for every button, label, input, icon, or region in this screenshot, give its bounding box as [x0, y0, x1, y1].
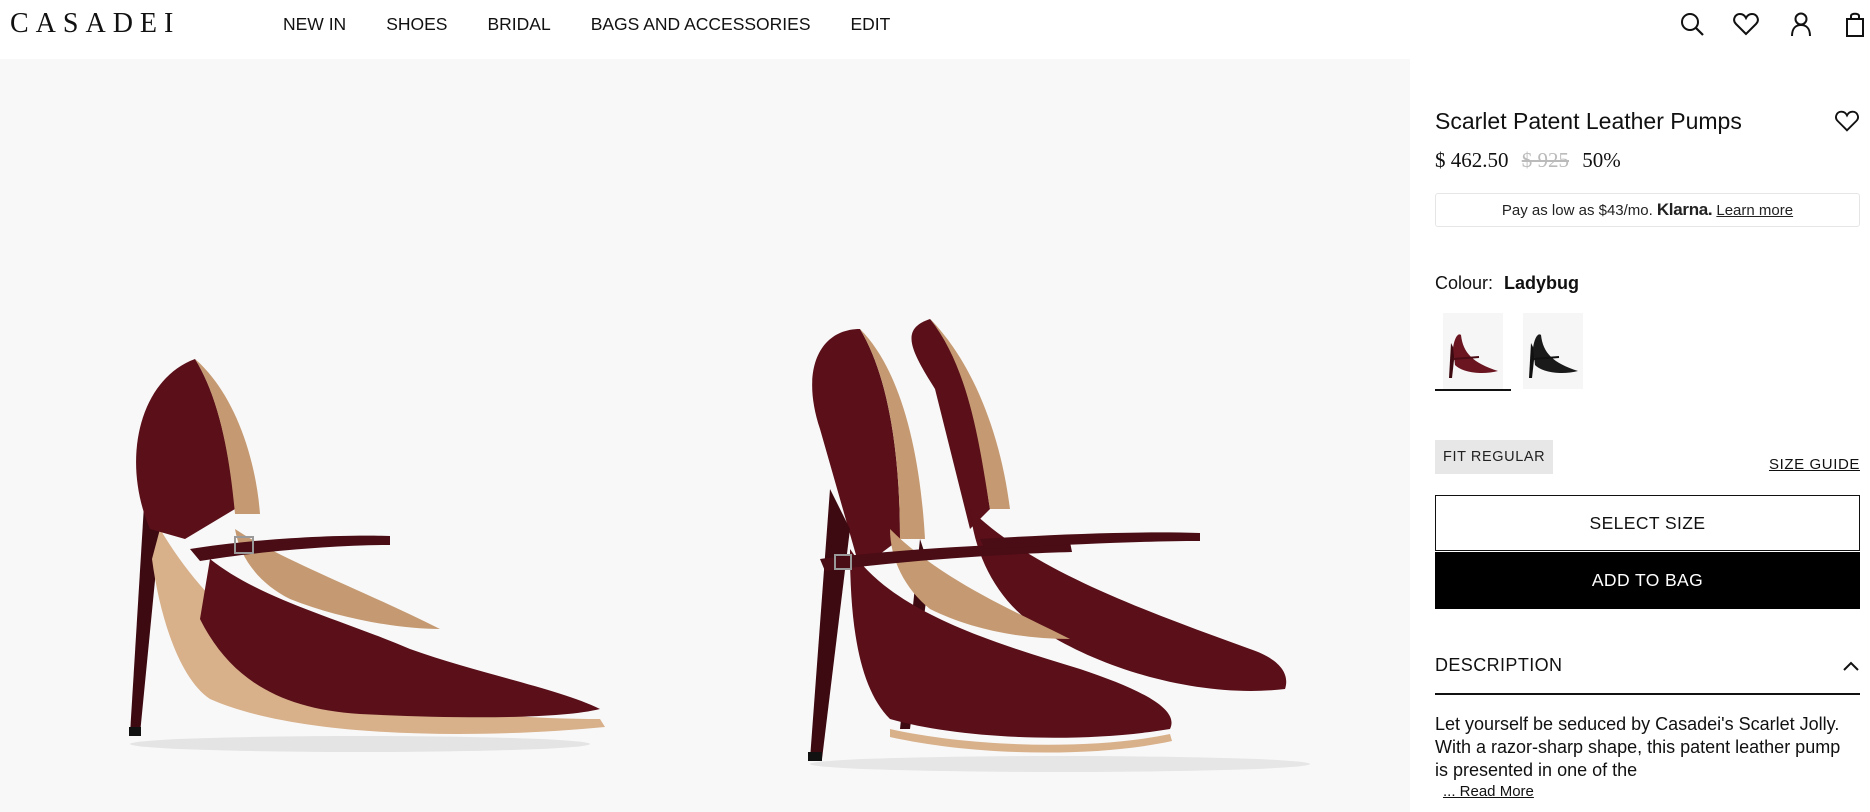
product-image-pair	[808, 319, 1310, 772]
nav-item-shoes[interactable]: SHOES	[386, 14, 447, 34]
product-image-side	[129, 359, 605, 752]
main-nav: NEW IN SHOES BRIDAL BAGS AND ACCESSORIES…	[283, 14, 930, 34]
price-row: $ 462.50 $ 925 50%	[1435, 148, 1621, 173]
selected-swatch-indicator	[1435, 389, 1511, 391]
description-accordion[interactable]: DESCRIPTION	[1435, 655, 1860, 695]
discount-badge: 50%	[1582, 148, 1621, 172]
colour-row: Colour: Ladybug	[1435, 273, 1579, 294]
swatch-black[interactable]	[1523, 313, 1583, 389]
add-to-bag-button[interactable]: ADD TO BAG	[1435, 552, 1860, 609]
klarna-banner: Pay as low as $43/mo. Klarna. Learn more	[1435, 193, 1860, 227]
size-guide-link[interactable]: SIZE GUIDE	[1769, 456, 1860, 473]
chevron-up-icon	[1842, 657, 1860, 675]
nav-item-edit[interactable]: EDIT	[851, 14, 891, 34]
colour-value: Ladybug	[1504, 273, 1580, 293]
nav-item-bridal[interactable]: BRIDAL	[487, 14, 550, 34]
swatch-ladybug[interactable]	[1443, 313, 1503, 389]
colour-label: Colour:	[1435, 273, 1494, 293]
brand-logo[interactable]: CASADEI	[10, 9, 180, 39]
product-title: Scarlet Patent Leather Pumps	[1435, 108, 1742, 134]
price-original: $ 925	[1521, 148, 1569, 172]
price-current: $ 462.50	[1435, 148, 1509, 172]
nav-item-bags-accessories[interactable]: BAGS AND ACCESSORIES	[591, 14, 811, 34]
klarna-learn-more-link[interactable]: Learn more	[1716, 202, 1793, 219]
description-text: Let yourself be seduced by Casadei's Sca…	[1435, 714, 1841, 780]
klarna-logo: Klarna.	[1656, 200, 1713, 219]
product-panel: Scarlet Patent Leather Pumps $ 462.50 $ …	[1435, 0, 1860, 812]
klarna-text: Pay as low as $43/mo.	[1501, 201, 1653, 219]
wishlist-heart-icon[interactable]	[1834, 108, 1860, 134]
description-label: DESCRIPTION	[1435, 655, 1563, 675]
read-more-link[interactable]: ... Read More	[1443, 783, 1534, 800]
product-gallery[interactable]	[0, 59, 1410, 812]
select-size-button[interactable]: SELECT SIZE	[1435, 495, 1860, 551]
nav-item-new-in[interactable]: NEW IN	[283, 14, 346, 34]
fit-badge: FIT REGULAR	[1435, 440, 1554, 474]
